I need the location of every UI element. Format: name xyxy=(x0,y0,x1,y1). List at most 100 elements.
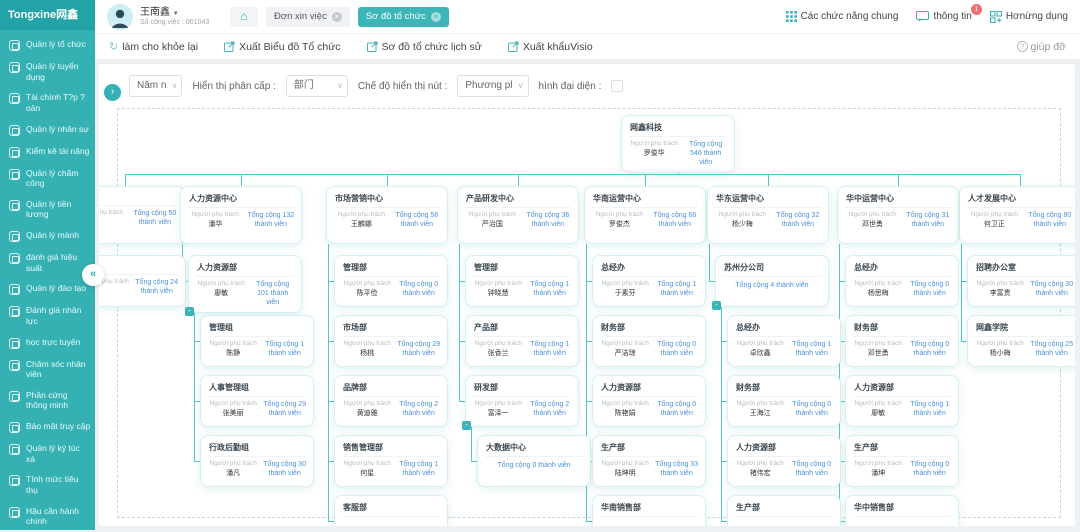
org-node[interactable]: 销售管理部Người phụ trách何星Tổng cộng 1 thành … xyxy=(334,435,448,487)
org-node[interactable]: 生产部Người phụ trách潘坤Tổng cộng 0 thành vi… xyxy=(845,435,959,487)
org-node[interactable]: 华南运营中心Người phụ trách罗俊杰Tổng cộng 66 thà… xyxy=(584,186,706,244)
sidebar-item-org[interactable]: Quản lý tổ chức xyxy=(0,34,95,56)
org-node-members[interactable]: Tổng cộng 0 thành viên xyxy=(396,280,441,298)
org-node-members[interactable]: Tổng cộng 29 thành viên xyxy=(396,340,441,358)
org-node[interactable]: 网鑫科技Người phụ trách罗俊华Tổng cộng 546 thàn… xyxy=(621,115,735,173)
common-functions-button[interactable]: Các chức năng chung xyxy=(786,11,899,22)
org-node[interactable]: 客服部 xyxy=(334,495,448,526)
sidebar-item-training[interactable]: Quản lý đào tạo xyxy=(0,278,95,300)
org-node-members[interactable]: Tổng cộng 33 thành viên xyxy=(654,460,699,478)
org-node-members[interactable]: Tổng cộng 0 thành viên xyxy=(478,457,590,476)
close-icon[interactable]: × xyxy=(431,12,441,22)
sidebar-item-recruit[interactable]: Quản lý tuyển dụng xyxy=(0,56,95,87)
org-node-members[interactable]: Tổng cộng 0 thành viên xyxy=(907,340,952,358)
org-node-members[interactable]: Tổng cộng 2 thành viên xyxy=(527,400,572,418)
org-node-members[interactable]: Tổng cộng 0 thành viên xyxy=(654,340,699,358)
org-node[interactable]: 生产部Người phụ trách陆坤明Tổng cộng 33 thành … xyxy=(592,435,706,487)
org-node[interactable]: 苏州分公司Tổng cộng 4 thành viên- xyxy=(715,255,829,307)
year-select[interactable]: Năm n∨ xyxy=(129,75,182,97)
org-node-members[interactable]: Tổng cộng 1 thành viên xyxy=(527,280,572,298)
avatar-checkbox[interactable] xyxy=(611,80,623,92)
org-node-members[interactable]: Tổng cộng 0 thành viên xyxy=(907,460,952,478)
org-node-members[interactable]: Tổng cộng 0 thành viên xyxy=(789,460,834,478)
org-node[interactable]: 人力资源部Người phụ trách褚伟宏Tổng cộng 0 thành… xyxy=(727,435,841,487)
org-node-members[interactable]: Tổng cộng 1 thành viên xyxy=(262,340,307,358)
org-node-members[interactable]: Tổng cộng 0 thành viên xyxy=(654,400,699,418)
user-info[interactable]: 王南鑫 ▼ Số công việc : 001043 xyxy=(140,7,214,27)
sidebar-item-performance[interactable]: đánh giá hiệu suất xyxy=(0,247,95,278)
org-node-members[interactable]: Tổng cộng 1 thành viên xyxy=(789,340,834,358)
org-node-members[interactable]: Tổng cộng 0 thành viên xyxy=(907,280,952,298)
org-node[interactable]: 品牌部Người phụ trách黄迪雅Tổng cộng 2 thành v… xyxy=(334,375,448,427)
org-node[interactable]: 财务部Người phụ trách邓世勇Tổng cộng 0 thành v… xyxy=(845,315,959,367)
sidebar-item-finance[interactable]: Tài chính T?p ?oàn xyxy=(0,87,95,118)
sidebar-item-assessment[interactable]: Đánh giá nhân lực xyxy=(0,300,95,331)
sidebar-item-payroll[interactable]: Quản lý tiền lương xyxy=(0,194,95,225)
sidebar-item-care[interactable]: Chăm sóc nhân viên xyxy=(0,354,95,385)
org-node-members[interactable]: Tổng cộng 32 thành viên xyxy=(774,211,822,229)
org-node[interactable]: 华南销售部 xyxy=(592,495,706,526)
org-node-members[interactable]: Tổng cộng 25 thành viên xyxy=(1029,340,1074,358)
sidebar-item-hr[interactable]: Quản lý nhân sự xyxy=(0,119,95,141)
collapse-node-button[interactable]: - xyxy=(712,301,721,310)
sidebar-item-attendance[interactable]: Quản lý chăm công xyxy=(0,163,95,194)
tab-org-chart[interactable]: Sơ đồ tổ chức × xyxy=(358,7,449,27)
sidebar-item-hardware[interactable]: Phần cứng thông minh xyxy=(0,385,95,416)
export-visio-button[interactable]: Xuất khẩuVisio xyxy=(508,41,593,53)
org-node[interactable]: 管理组Người phụ trách陈静Tổng cộng 1 thành vi… xyxy=(200,315,314,367)
org-node[interactable]: 财务部Người phụ trách严洁琼Tổng cộng 0 thành v… xyxy=(592,315,706,367)
org-node[interactable]: 网鑫学院Người phụ trách杨小梅Tổng cộng 25 thành… xyxy=(967,315,1075,367)
org-node-members[interactable]: Tổng cộng 30 thành viên xyxy=(262,460,307,478)
org-node[interactable]: Người phụ tráchTổng cộng 50 thành viên xyxy=(99,186,186,244)
messages-button[interactable]: thông tin 1 xyxy=(916,11,971,22)
org-node[interactable]: 人力资源中心Người phụ trách潘华Tổng cộng 132 thà… xyxy=(180,186,302,244)
node-mode-select[interactable]: Phương pl∨ xyxy=(457,75,528,97)
org-node[interactable]: 研发部Người phụ trách富泽一Tổng cộng 2 thành v… xyxy=(465,375,579,427)
org-node[interactable]: 总经办Người phụ trách于素芬Tổng cộng 1 thành v… xyxy=(592,255,706,307)
org-node[interactable]: Người phụ tráchTổng cộng 24 thành viên xyxy=(99,255,186,307)
org-node-members[interactable]: Tổng cộng 31 thành viên xyxy=(904,211,952,229)
sidebar-item-dormitory[interactable]: Quản lý ký túc xá xyxy=(0,438,95,469)
org-node[interactable]: 市场营销中心Người phụ trách王麟娜Tổng cộng 56 thà… xyxy=(326,186,448,244)
avatar[interactable] xyxy=(107,4,133,30)
sidebar-item-security[interactable]: Bảo mật truy cập xyxy=(0,416,95,438)
export-org-chart-button[interactable]: Xuất Biểu đồ Tổ chức xyxy=(224,41,340,53)
org-node[interactable]: 人才发展中心Người phụ trách何卫正Tổng cộng 80 thà… xyxy=(959,186,1075,244)
refresh-button[interactable]: ↻ làm cho khỏe lại xyxy=(109,40,198,53)
org-node[interactable]: 产品部Người phụ trách张香兰Tổng cộng 1 thành v… xyxy=(465,315,579,367)
panel-expand-button[interactable]: › xyxy=(104,84,121,101)
sidebar-item-talent[interactable]: Kiểm kê tài năng xyxy=(0,141,95,163)
org-node-members[interactable]: Tổng cộng 4 thành viên xyxy=(716,277,828,296)
org-node-members[interactable]: Tổng cộng 1 thành viên xyxy=(527,340,572,358)
org-node-members[interactable]: Tổng cộng 29 thành viên xyxy=(262,400,307,418)
org-node-members[interactable]: Tổng cộng 50 thành viên xyxy=(131,209,179,227)
org-node-members[interactable]: Tổng cộng 2 thành viên xyxy=(396,400,441,418)
org-node[interactable]: 人力资源部Người phụ trách廖敏Tổng cộng 101 thàn… xyxy=(188,255,302,313)
org-node-members[interactable]: Tổng cộng 66 thành viên xyxy=(651,211,699,229)
org-node-members[interactable]: Tổng cộng 101 thành viên xyxy=(250,280,295,307)
org-node-members[interactable]: Tổng cộng 36 thành viên xyxy=(524,211,572,229)
org-node-members[interactable]: Tổng cộng 1 thành viên xyxy=(396,460,441,478)
help-button[interactable]: ? giúp đỡ xyxy=(1017,41,1067,53)
org-node-members[interactable]: Tổng cộng 56 thành viên xyxy=(393,211,441,229)
org-node[interactable]: 人事管理组Người phụ trách张美丽Tổng cộng 29 thàn… xyxy=(200,375,314,427)
org-node-members[interactable]: Tổng cộng 1 thành viên xyxy=(907,400,952,418)
org-node[interactable]: 华中销售部 xyxy=(845,495,959,526)
org-node[interactable]: 人力资源部Người phụ trách陈艳娟Tổng cộng 0 thành… xyxy=(592,375,706,427)
org-node[interactable]: 财务部Người phụ trách王海江Tổng cộng 0 thành v… xyxy=(727,375,841,427)
sidebar-collapse-button[interactable]: « xyxy=(82,264,104,286)
hierarchy-select[interactable]: 部门∨ xyxy=(286,75,348,97)
more-apps-button[interactable]: Hơnừng dụng xyxy=(990,11,1068,23)
sidebar-item-admin[interactable]: Hậu cần hành chính xyxy=(0,501,95,532)
org-node[interactable]: 产品研发中心Người phụ trách严治国Tổng cộng 36 thà… xyxy=(457,186,579,244)
org-node[interactable]: 华中运营中心Người phụ trách邓世勇Tổng cộng 31 thà… xyxy=(837,186,959,244)
close-icon[interactable]: × xyxy=(332,12,342,22)
org-node[interactable]: 总经办Người phụ trách卓欣鑫Tổng cộng 1 thành v… xyxy=(727,315,841,367)
tab-application-form[interactable]: Đơn xin việc × xyxy=(266,7,350,27)
org-node[interactable]: 总经办Người phụ trách杨思梅Tổng cộng 0 thành v… xyxy=(845,255,959,307)
org-node-members[interactable]: Tổng cộng 546 thành viên xyxy=(683,140,728,167)
org-node[interactable]: 行政后勤组Người phụ trách潘凡Tổng cộng 30 thành… xyxy=(200,435,314,487)
chevron-down-icon[interactable]: ▼ xyxy=(173,11,179,17)
org-node[interactable]: 市场部Người phụ trách杨桃Tổng cộng 29 thành v… xyxy=(334,315,448,367)
org-node[interactable]: 人力资源部Người phụ trách廖敏Tổng cộng 1 thành … xyxy=(845,375,959,427)
